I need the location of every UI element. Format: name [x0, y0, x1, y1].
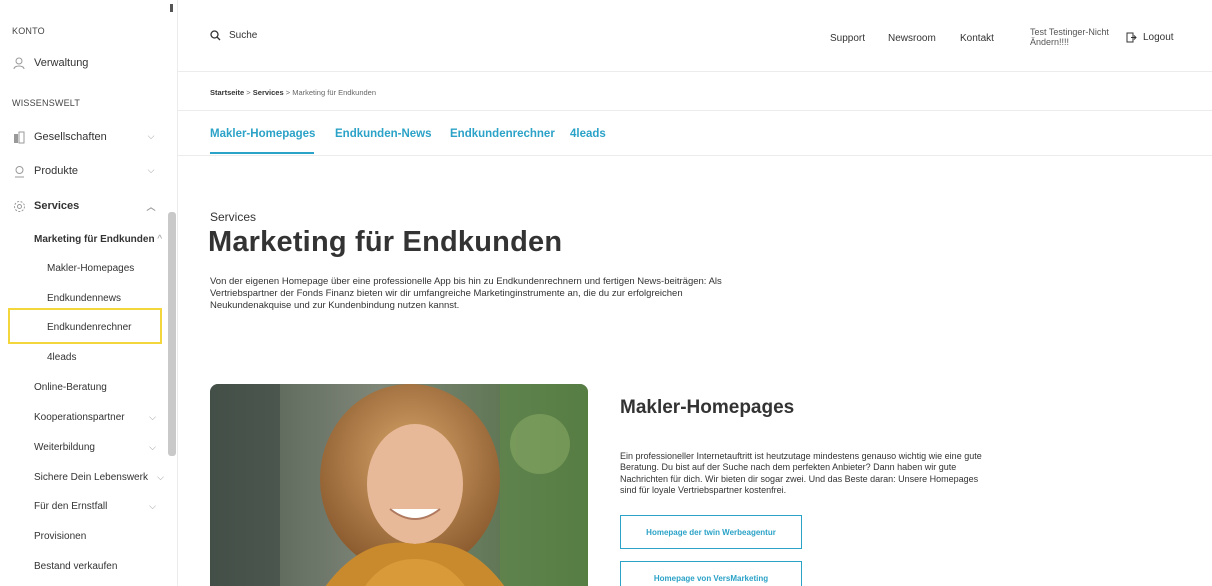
- product-icon: [12, 164, 26, 178]
- section-text: Ein professioneller Internetauftritt ist…: [620, 451, 982, 495]
- search-field[interactable]: Suche: [210, 30, 257, 41]
- divider: [178, 155, 1212, 156]
- breadcrumb-startseite[interactable]: Startseite: [210, 88, 244, 97]
- sidebar-item-label: Services: [34, 200, 80, 212]
- sidebar-item-label: Für den Ernstfall: [34, 501, 108, 512]
- section-label-wissenswelt: WISSENSWELT: [12, 98, 81, 108]
- intro-text: Von der eigenen Homepage über eine profe…: [210, 276, 722, 311]
- sidebar-item-ernstfall[interactable]: Für den Ernstfall ⌵: [34, 501, 160, 512]
- section-label-konto: KONTO: [12, 26, 45, 36]
- sidebar-item-provisionen[interactable]: Provisionen: [34, 531, 86, 542]
- sidebar: KONTO Verwaltung WISSENSWELT Gesellschaf…: [0, 0, 178, 586]
- breadcrumb-separator: >: [246, 88, 251, 97]
- chevron-down-icon: ⌵: [149, 442, 156, 452]
- user-icon: [12, 56, 26, 70]
- sidebar-item-gesellschaften[interactable]: Gesellschaften ⌵: [12, 127, 162, 147]
- chevron-down-icon: ⌵: [149, 412, 156, 422]
- sidebar-item-weiterbildung[interactable]: Weiterbildung ⌵: [34, 442, 160, 453]
- sidebar-scroll-arrow[interactable]: [170, 4, 173, 12]
- tab-endkunden-news[interactable]: Endkunden-News: [335, 128, 431, 140]
- logout-icon: [1126, 32, 1137, 43]
- nav-kontakt[interactable]: Kontakt: [960, 33, 994, 44]
- chevron-up-icon: ^: [154, 234, 163, 245]
- sidebar-item-marketing[interactable]: Marketing für Endkunden ^: [34, 234, 162, 245]
- logout-button[interactable]: Logout: [1126, 32, 1174, 43]
- sidebar-item-label: Kooperationspartner: [34, 412, 125, 423]
- nav-newsroom[interactable]: Newsroom: [888, 33, 936, 44]
- search-label: Suche: [229, 30, 258, 41]
- sidebar-item-kooperationspartner[interactable]: Kooperationspartner ⌵: [34, 412, 160, 423]
- sidebar-item-label: Marketing für Endkunden: [34, 234, 155, 245]
- sidebar-scrollbar[interactable]: [168, 212, 176, 456]
- user-name[interactable]: Test Testinger-Nicht Ändern!!!!: [1030, 27, 1116, 47]
- page-title: Marketing für Endkunden: [208, 226, 563, 258]
- sidebar-subitem-4leads[interactable]: 4leads: [47, 352, 76, 363]
- breadcrumb-separator: >: [285, 88, 291, 97]
- chevron-down-icon: ⌵: [149, 501, 156, 511]
- hero-image: [210, 384, 588, 586]
- logout-label: Logout: [1143, 32, 1174, 43]
- breadcrumb-current: Marketing für Endkunden: [292, 88, 377, 97]
- sidebar-item-label: Weiterbildung: [34, 442, 95, 453]
- breadcrumb: Startseite > Services > Marketing für En…: [210, 88, 376, 97]
- breadcrumb-services[interactable]: Services: [253, 88, 284, 97]
- chevron-down-icon: ⌵: [147, 131, 155, 141]
- sidebar-item-label: Verwaltung: [34, 57, 89, 69]
- section-title: Makler-Homepages: [620, 397, 795, 418]
- top-bar: Suche Support Newsroom Kontakt Test Test…: [178, 0, 1212, 72]
- sidebar-item-label: Sichere Dein Lebenswerk: [34, 472, 148, 483]
- nav-support[interactable]: Support: [830, 33, 865, 44]
- tab-makler-homepages[interactable]: Makler-Homepages: [210, 128, 315, 140]
- sidebar-item-services[interactable]: Services ︿: [12, 196, 162, 216]
- chevron-down-icon: ⌵: [147, 165, 155, 175]
- sidebar-subitem-endkundennews[interactable]: Endkundennews: [47, 293, 121, 304]
- divider: [178, 110, 1212, 111]
- page-overline: Services: [210, 210, 257, 224]
- sidebar-item-verwaltung[interactable]: Verwaltung: [12, 53, 162, 73]
- sidebar-item-online-beratung[interactable]: Online-Beratung: [34, 382, 107, 393]
- search-icon: [210, 30, 221, 41]
- twin-homepage-button[interactable]: Homepage der twin Werbeagentur: [620, 515, 802, 549]
- sidebar-item-label: Produkte: [34, 165, 79, 177]
- active-tab-indicator: [210, 152, 314, 154]
- chevron-down-icon: ⌵: [157, 472, 164, 482]
- tab-endkundenrechner[interactable]: Endkundenrechner: [450, 128, 555, 140]
- sidebar-item-lebenswerk[interactable]: Sichere Dein Lebenswerk ⌵: [34, 472, 164, 483]
- chevron-up-icon: ︿: [146, 202, 156, 212]
- sidebar-item-produkte[interactable]: Produkte ⌵: [12, 161, 162, 181]
- sidebar-item-label: Gesellschaften: [34, 131, 107, 143]
- sidebar-subitem-makler-homepages[interactable]: Makler-Homepages: [47, 263, 134, 274]
- sidebar-subitem-endkundenrechner[interactable]: Endkundenrechner: [47, 322, 132, 333]
- sidebar-item-bestand-verkaufen[interactable]: Bestand verkaufen: [34, 561, 117, 572]
- tab-4leads[interactable]: 4leads: [570, 128, 606, 140]
- app: KONTO Verwaltung WISSENSWELT Gesellschaf…: [0, 0, 1212, 586]
- versmarketing-homepage-button[interactable]: Homepage von VersMarketing: [620, 561, 802, 586]
- building-icon: [12, 130, 26, 144]
- gear-icon: [12, 199, 26, 213]
